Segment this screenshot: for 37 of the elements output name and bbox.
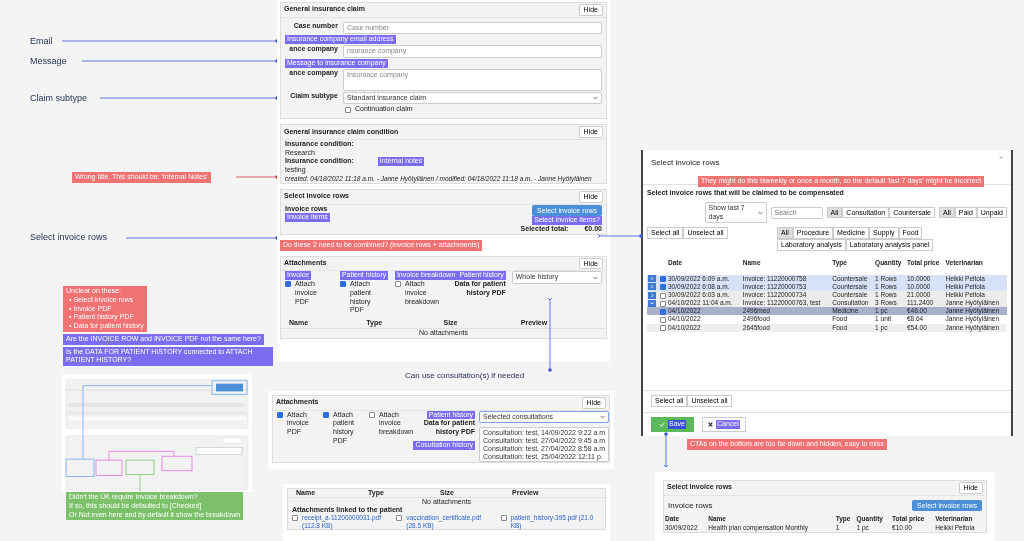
close-icon (707, 421, 713, 427)
chevron-right-icon[interactable] (648, 275, 656, 283)
caret-icon (593, 275, 598, 280)
connector-arrow (597, 233, 644, 239)
checkbox[interactable] (369, 411, 375, 418)
connector-line (233, 174, 280, 180)
check-icon (659, 421, 665, 427)
dialog-title: Select invoice rows (651, 158, 720, 168)
checkbox[interactable] (660, 308, 666, 315)
checkbox[interactable] (292, 515, 298, 522)
checkbox[interactable] (345, 107, 351, 114)
caret-icon (600, 415, 606, 420)
annotation-label: Select invoice rows (30, 232, 108, 244)
chevron-right-icon[interactable] (648, 283, 656, 291)
checkbox[interactable] (277, 411, 283, 418)
annotation-label: Message (30, 56, 67, 68)
annotation-label: Claim subtype (30, 93, 88, 105)
checkbox[interactable] (323, 411, 329, 418)
checkbox[interactable] (660, 292, 666, 299)
chevron-right-icon[interactable] (648, 291, 656, 299)
checkbox[interactable] (285, 281, 291, 288)
checkbox[interactable] (660, 300, 666, 307)
connector-arrow (663, 431, 669, 470)
checkbox[interactable] (660, 316, 666, 323)
annotation-label: Email (30, 36, 53, 48)
section-label: Invoice rows (668, 500, 713, 511)
checkbox[interactable] (660, 325, 666, 332)
checkbox[interactable] (339, 281, 346, 288)
caret-icon (757, 210, 763, 215)
checkbox[interactable] (500, 515, 507, 522)
chevron-down-icon[interactable] (648, 299, 656, 307)
checkbox[interactable] (660, 276, 666, 283)
checkbox[interactable] (396, 515, 403, 522)
caret-icon (593, 96, 598, 101)
annotation-label: Can use consultation(s) if needed (405, 371, 525, 381)
checkbox[interactable] (394, 281, 401, 288)
checkbox[interactable] (660, 284, 666, 291)
